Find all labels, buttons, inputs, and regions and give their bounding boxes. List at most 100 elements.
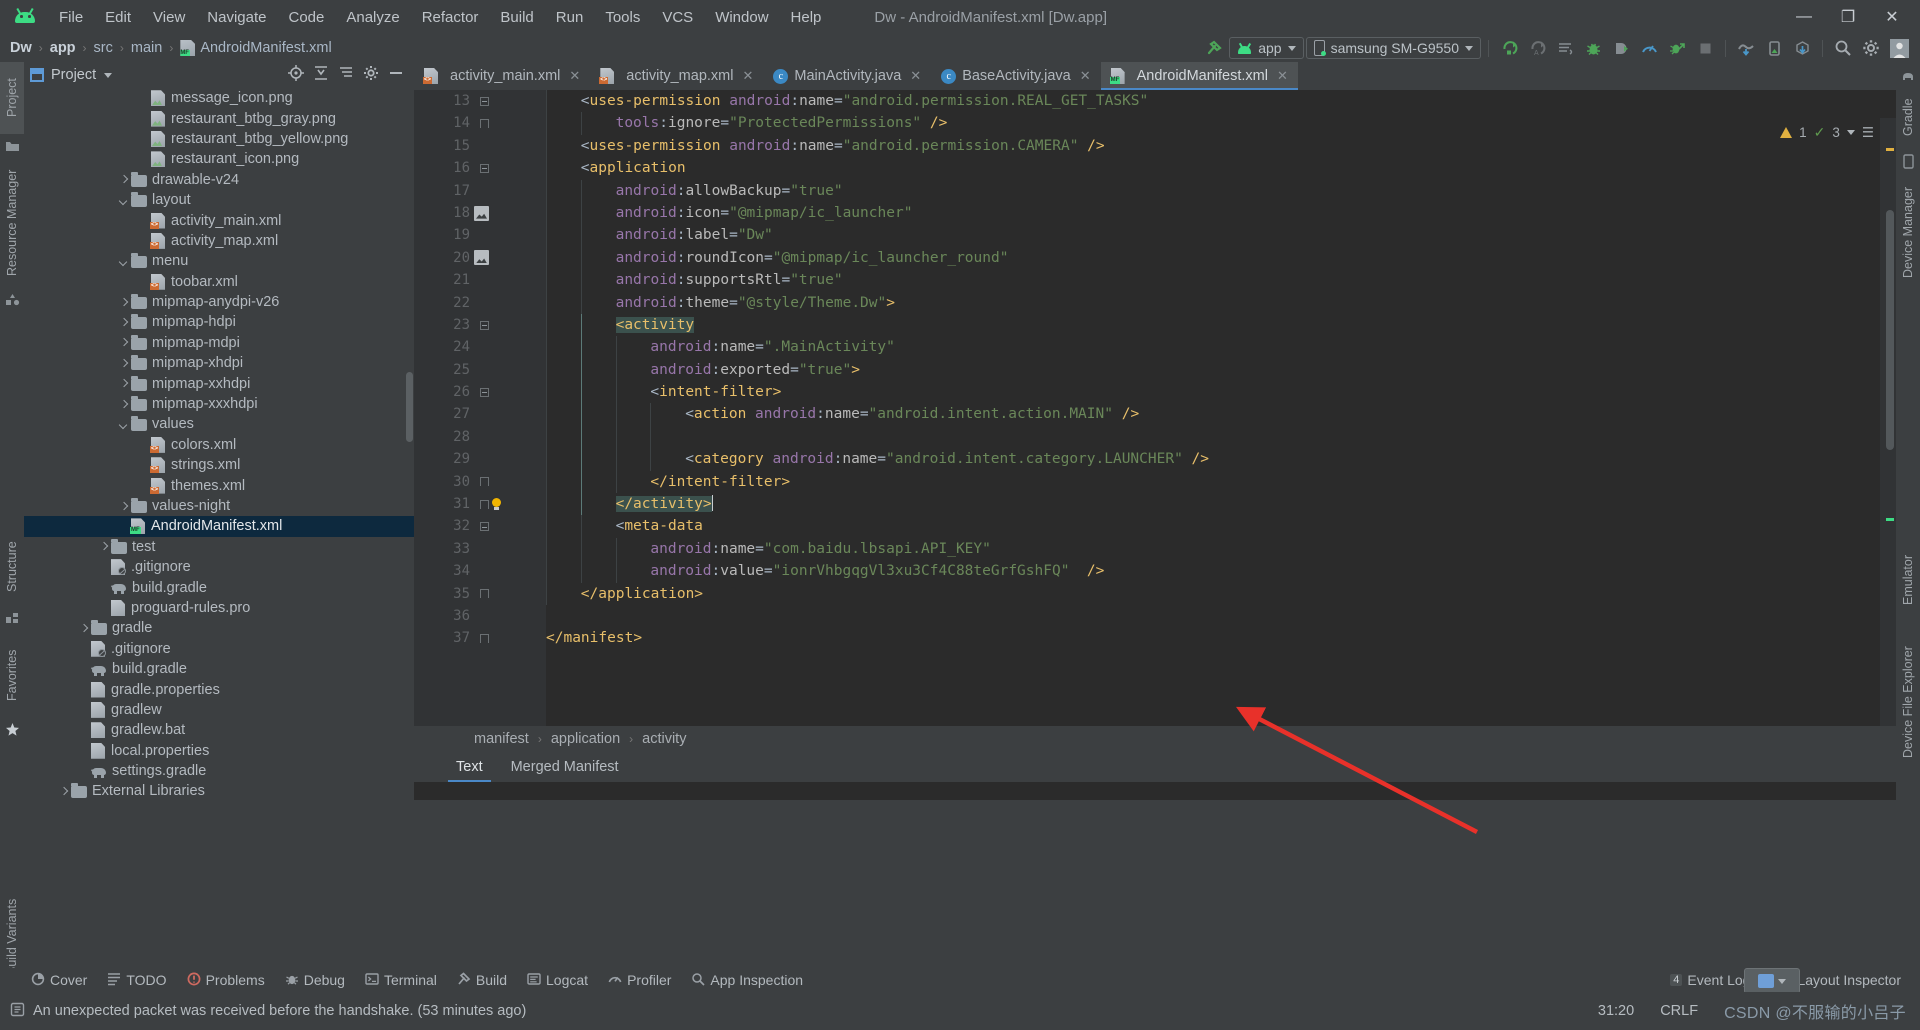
sidebar-item-device-manager[interactable]: Device Manager (1896, 172, 1920, 292)
fold-collapse-icon[interactable] (478, 515, 490, 537)
profiler-icon[interactable] (1636, 36, 1662, 60)
editor-bottom-tabs[interactable]: Text Merged Manifest (414, 752, 1896, 782)
editor-breadcrumb-manifest[interactable]: manifest (474, 731, 529, 747)
code-editor[interactable]: 13 <uses-permission android:name="android… (414, 90, 1896, 766)
chevron-right-icon[interactable] (98, 540, 111, 553)
code-line[interactable]: 17 android:allowBackup="true" (414, 179, 1896, 202)
editor-mode-tab-merged-manifest[interactable]: Merged Manifest (497, 756, 633, 778)
tree-item[interactable]: External Libraries (24, 781, 414, 800)
tree-item[interactable]: restaurant_btbg_gray.png (24, 108, 414, 128)
fold-end-icon[interactable] (478, 493, 490, 515)
menu-item-navigate[interactable]: Navigate (196, 5, 277, 30)
tree-item[interactable]: <> activity_map.xml (24, 231, 414, 251)
project-scrollbar[interactable] (406, 372, 413, 442)
tree-item[interactable]: proguard-rules.pro (24, 598, 414, 618)
tree-item[interactable]: .gitignore (24, 557, 414, 577)
fold-collapse-icon[interactable] (478, 381, 490, 403)
fold-end-icon[interactable] (478, 471, 490, 493)
menu-item-file[interactable]: File (48, 5, 94, 30)
settings-gear-icon[interactable] (363, 65, 379, 85)
code-line[interactable]: 26 <intent-filter> (414, 381, 1896, 404)
tree-item[interactable]: mipmap-xxxhdpi (24, 394, 414, 414)
breadcrumb-androidmanifest-xml[interactable]: AndroidManifest.xml (180, 40, 332, 56)
menu-item-window[interactable]: Window (704, 5, 779, 30)
search-everywhere-icon[interactable] (1830, 36, 1856, 60)
caret-position[interactable]: 31:20 (1598, 1003, 1634, 1019)
chevron-right-icon[interactable] (118, 398, 131, 411)
chevron-down-icon[interactable] (1846, 130, 1855, 135)
build-hammer-icon[interactable] (1201, 36, 1227, 60)
tool-window-problems[interactable]: Problems (178, 970, 274, 991)
editor-breadcrumb[interactable]: manifest › application › activity (414, 726, 1896, 752)
tree-item[interactable]: <> activity_main.xml (24, 210, 414, 230)
stop-icon[interactable] (1692, 36, 1718, 60)
chevron-down-icon[interactable] (1778, 978, 1786, 984)
chevron-down-icon[interactable] (118, 255, 131, 268)
sidebar-item-gradle[interactable]: Gradle (1896, 86, 1920, 148)
code-line[interactable]: 16 <application (414, 157, 1896, 180)
editor-breadcrumb-application[interactable]: application (551, 731, 620, 747)
editor-tab-activity-map-xml[interactable]: <> activity_map.xml ✕ (590, 62, 763, 90)
chevron-right-icon[interactable] (118, 296, 131, 309)
tree-item[interactable]: restaurant_icon.png (24, 149, 414, 169)
stop-run-icon[interactable] (1608, 36, 1634, 60)
tree-item[interactable]: drawable-v24 (24, 170, 414, 190)
chevron-right-icon[interactable] (118, 316, 131, 329)
image-preview-icon[interactable] (474, 205, 489, 221)
chevron-right-icon[interactable] (118, 377, 131, 390)
close-icon[interactable]: ✕ (1277, 68, 1288, 84)
notification-icon[interactable] (10, 1002, 25, 1021)
locate-icon[interactable] (288, 65, 304, 85)
chevron-right-icon[interactable] (118, 173, 131, 186)
fold-collapse-icon[interactable] (478, 90, 490, 112)
code-line[interactable]: 35 </application> (414, 582, 1896, 605)
intention-bulb-icon[interactable] (490, 497, 503, 511)
fold-end-icon[interactable] (478, 583, 490, 605)
editor-breadcrumb-activity[interactable]: activity (642, 731, 686, 747)
change-stripe-marker[interactable] (1886, 518, 1894, 521)
avatar-icon[interactable] (1886, 36, 1912, 60)
code-line[interactable]: 25 android:exported="true"> (414, 358, 1896, 382)
tree-item[interactable]: local.properties (24, 741, 414, 761)
attach-debugger-icon[interactable]: A (1524, 36, 1550, 60)
chevron-right-icon[interactable] (78, 622, 91, 635)
tree-item[interactable]: layout (24, 190, 414, 210)
chevron-down-icon[interactable] (104, 72, 113, 78)
menu-item-view[interactable]: View (142, 5, 196, 30)
expand-all-icon[interactable] (338, 65, 354, 85)
code-line[interactable]: 21 android:supportsRtl="true" (414, 269, 1896, 292)
editor-tab-baseactivity-java[interactable]: BaseActivity.java ✕ (931, 62, 1100, 90)
debug-icon[interactable] (1580, 36, 1606, 60)
bottom-tool-window-bar[interactable]: Cover TODO Problems Debug Terminal Build Logca… (0, 968, 1920, 992)
menu-item-code[interactable]: Code (277, 5, 335, 30)
apply-changes-icon[interactable] (1664, 36, 1690, 60)
chevron-right-icon[interactable] (58, 785, 71, 798)
warning-stripe-marker[interactable] (1886, 148, 1894, 151)
tool-window-cover[interactable]: Cover (22, 970, 96, 991)
code-line[interactable]: 33 android:name="com.baidu.lbsapi.API_KEY… (414, 537, 1896, 561)
menu-item-edit[interactable]: Edit (94, 5, 142, 30)
editor-tab-androidmanifest-xml[interactable]: MF AndroidManifest.xml ✕ (1100, 62, 1299, 90)
menu-item-refactor[interactable]: Refactor (411, 5, 490, 30)
tree-item[interactable]: settings.gradle (24, 761, 414, 781)
tree-item[interactable]: gradle (24, 618, 414, 638)
tool-window-logcat[interactable]: Logcat (518, 970, 597, 991)
tree-item[interactable]: .gitignore (24, 639, 414, 659)
code-line[interactable]: 13 <uses-permission android:name="android… (414, 90, 1896, 113)
line-separator[interactable]: CRLF (1660, 1003, 1698, 1019)
avd-manager-icon[interactable] (1761, 36, 1787, 60)
close-icon[interactable]: ✕ (569, 68, 580, 84)
tree-item[interactable]: <> toobar.xml (24, 272, 414, 292)
code-line[interactable]: 32 <meta-data (414, 515, 1896, 538)
tree-item[interactable]: gradlew.bat (24, 720, 414, 740)
tree-item[interactable]: restaurant_btbg_yellow.png (24, 129, 414, 149)
sdk-manager-icon[interactable] (1733, 36, 1759, 60)
tree-item[interactable]: <> colors.xml (24, 435, 414, 455)
code-line[interactable]: 15 <uses-permission android:name="android… (414, 134, 1896, 158)
code-line[interactable]: 22 android:theme="@style/Theme.Dw"> (414, 291, 1896, 314)
chevron-down-icon[interactable] (118, 418, 131, 431)
breadcrumb-main[interactable]: main (131, 40, 162, 56)
module-selector[interactable]: app (1229, 37, 1304, 59)
chevron-down-icon[interactable] (118, 194, 131, 207)
code-line[interactable]: 18 android:icon="@mipmap/ic_launcher" (414, 201, 1896, 225)
